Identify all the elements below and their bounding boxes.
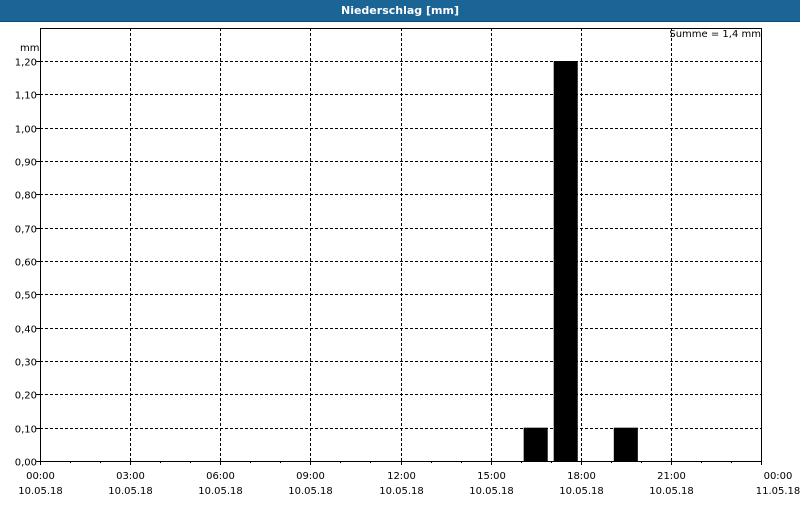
- x-tick-time-label: 18:00: [567, 471, 596, 482]
- y-tick-label: 0,20: [15, 391, 37, 402]
- precip-bar: [613, 427, 638, 461]
- x-tick-date-label: 10.05.18: [18, 486, 63, 497]
- chart-window: Niederschlag [mm] 0,00 0,10 0,20 0,30 0,40 0,…: [0, 0, 800, 500]
- x-tick-date-label: 10.05.18: [559, 486, 604, 497]
- y-tick-label: 0,40: [15, 325, 37, 336]
- precip-bar: [553, 61, 578, 461]
- x-tick-time-label: 21:00: [657, 471, 686, 482]
- x-tick-time-label: 00:00: [26, 471, 55, 482]
- y-tick-label: 1,00: [15, 125, 37, 136]
- x-tick-date-label: 10.05.18: [108, 486, 153, 497]
- x-tick-time-label: 12:00: [387, 471, 416, 482]
- x-tick-time-label: 03:00: [116, 471, 145, 482]
- x-tick-time-label: 09:00: [296, 471, 325, 482]
- x-tick-date-label: 11.05.18: [756, 486, 800, 497]
- y-unit-label: mm: [20, 43, 39, 54]
- x-tick-time-label: 15:00: [477, 471, 506, 482]
- x-tick-time-label: 00:00: [764, 471, 793, 482]
- y-tick-label: 0,70: [15, 225, 37, 236]
- x-tick-date-label: 10.05.18: [198, 486, 243, 497]
- y-tick-label: 0,00: [15, 458, 37, 469]
- y-tick-label: 0,30: [15, 358, 37, 369]
- sum-annotation: Summe = 1,4 mm: [669, 29, 761, 40]
- x-tick-time-label: 06:00: [206, 471, 235, 482]
- chart-title: Niederschlag [mm]: [341, 4, 459, 17]
- plot-area: 0,00 0,10 0,20 0,30 0,40 0,50 0,60 0,70 0,80 0,90…: [0, 22, 800, 500]
- y-tick-label: 1,20: [15, 58, 37, 69]
- title-bar: Niederschlag [mm]: [0, 0, 800, 22]
- y-tick-label: 0,80: [15, 191, 37, 202]
- x-tick-date-label: 10.05.18: [288, 486, 333, 497]
- x-tick-date-label: 10.05.18: [379, 486, 424, 497]
- precip-bar: [523, 427, 548, 461]
- precipitation-chart: 0,00 0,10 0,20 0,30 0,40 0,50 0,60 0,70 0,80 0,90…: [15, 28, 800, 497]
- y-tick-label: 0,60: [15, 258, 37, 269]
- y-tick-label: 0,10: [15, 425, 37, 436]
- y-tick-label: 1,10: [15, 91, 37, 102]
- x-tick-date-label: 10.05.18: [649, 486, 694, 497]
- x-tick-date-label: 10.05.18: [469, 486, 514, 497]
- y-tick-label: 0,50: [15, 291, 37, 302]
- y-tick-label: 0,90: [15, 158, 37, 169]
